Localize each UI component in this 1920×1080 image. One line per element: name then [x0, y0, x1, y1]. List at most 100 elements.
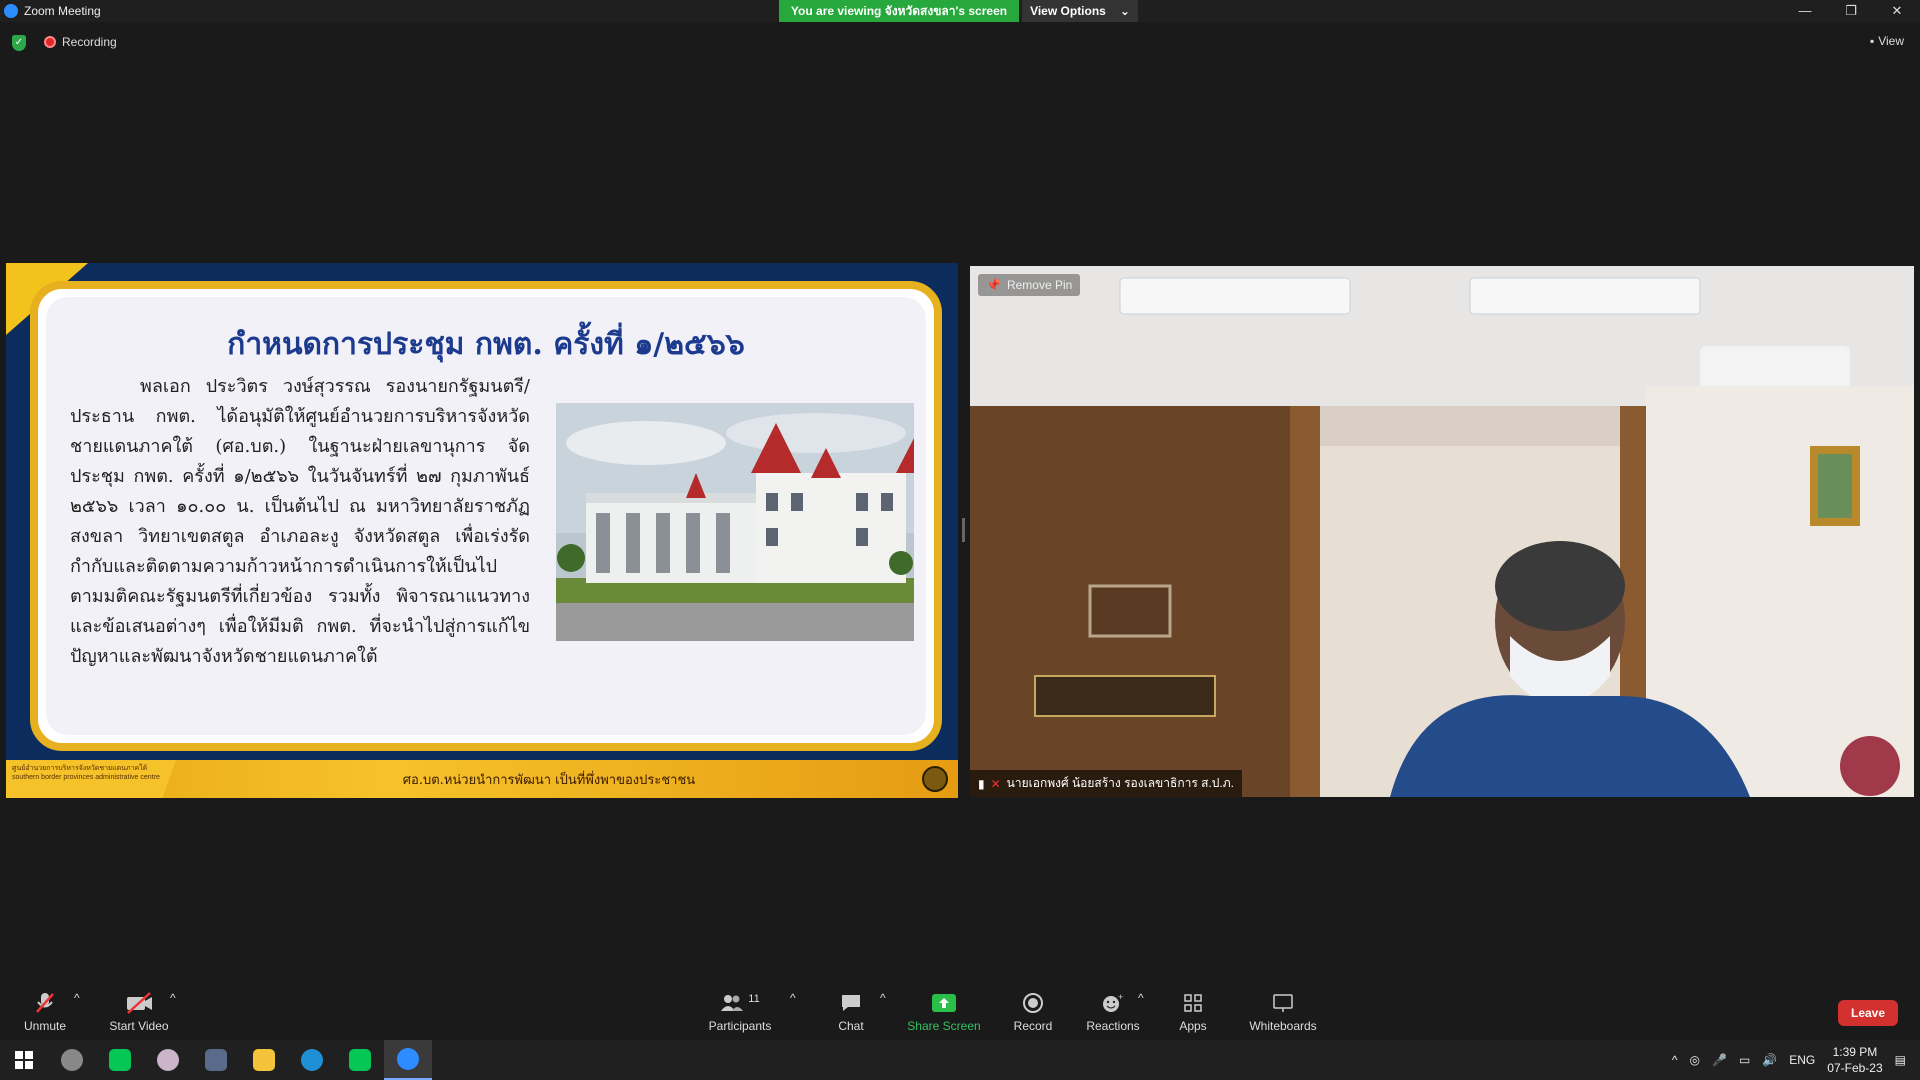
- restore-button[interactable]: ❐: [1828, 0, 1874, 22]
- taskbar-app-fruit[interactable]: [48, 1040, 96, 1080]
- encryption-shield-icon[interactable]: ✓: [12, 35, 26, 51]
- taskbar-app-line[interactable]: [96, 1040, 144, 1080]
- taskbar-app-explorer[interactable]: [240, 1040, 288, 1080]
- share-screen-button[interactable]: Share Screen: [907, 991, 981, 1033]
- chevron-down-icon: ⌄: [1119, 4, 1130, 18]
- slide-title: กำหนดการประชุม กพต. ครั้งที่ ๑/๒๕๖๖: [227, 327, 745, 362]
- footer-slogan: ศอ.บต.หน่วยนำการพัฒนา เป็นที่พึ่งพาของปร…: [402, 772, 696, 788]
- shared-screen: กำหนดการประชุม กพต. ครั้งที่ ๑/๒๕๖๖ พลเอ…: [6, 263, 958, 798]
- view-label: View: [1878, 34, 1904, 48]
- svg-text:+: +: [1118, 992, 1123, 1002]
- pin-icon: 📌: [986, 278, 1001, 292]
- whiteboard-icon: [1247, 991, 1319, 1015]
- whiteboards-button[interactable]: Whiteboards: [1247, 991, 1319, 1033]
- clock-time: 1:39 PM: [1832, 1045, 1878, 1059]
- reactions-caret[interactable]: ^: [1138, 991, 1144, 1005]
- microphone-tray-icon[interactable]: 🎤: [1712, 1053, 1727, 1067]
- chat-button[interactable]: Chat: [833, 991, 869, 1033]
- taskbar-app-line-2[interactable]: [336, 1040, 384, 1080]
- participant-name-tag: ▮ ✕ นายเอกพงศ์ น้อยสร้าง รองเลขาธิการ ส.…: [970, 770, 1242, 797]
- split-divider-handle[interactable]: [962, 518, 965, 542]
- participants-count: 11: [748, 993, 760, 1005]
- chat-caret[interactable]: ^: [880, 991, 886, 1005]
- remove-pin-label: Remove Pin: [1006, 278, 1073, 292]
- viewing-banner: You are viewing จังหวัดสงขลา's screen: [779, 0, 1019, 22]
- smiley-plus-icon: +: [1085, 991, 1141, 1015]
- microphone-muted-icon: [20, 991, 70, 1015]
- apps-grid-icon: [1178, 991, 1208, 1015]
- taskbar-app-calculator[interactable]: [192, 1040, 240, 1080]
- language-indicator[interactable]: ENG: [1789, 1053, 1815, 1067]
- record-label: Record: [1013, 1019, 1053, 1033]
- participant-video[interactable]: 📌 Remove Pin ▮ ✕ นายเอกพงศ์ น้อยสร้าง รอ…: [970, 266, 1914, 797]
- apple-icon: [61, 1049, 83, 1071]
- slide-footer: ศูนย์อำนวยการบริหารจังหวัดชายแดนภาคใต้ s…: [6, 760, 958, 798]
- recording-label: Recording: [62, 35, 117, 49]
- audio-options-caret[interactable]: ^: [74, 991, 80, 1005]
- video-options-caret[interactable]: ^: [170, 991, 176, 1005]
- meeting-toolbar: Unmute ^ Start Video ^ 11 Participants ^…: [0, 985, 1920, 1040]
- reactions-label: Reactions: [1086, 1019, 1140, 1033]
- recording-indicator[interactable]: Recording: [44, 35, 117, 49]
- record-icon: [1013, 991, 1053, 1015]
- remove-pin-button[interactable]: 📌 Remove Pin: [978, 274, 1081, 296]
- participants-button[interactable]: 11 Participants: [705, 991, 775, 1033]
- whiteboards-label: Whiteboards: [1249, 1019, 1317, 1033]
- video-off-icon: [106, 991, 172, 1015]
- clock-date: 07-Feb-23: [1827, 1061, 1883, 1075]
- view-options-button[interactable]: View Options ⌄: [1022, 0, 1138, 22]
- share-screen-label: Share Screen: [907, 1019, 981, 1033]
- window-controls: — ❐ ✕: [1782, 0, 1920, 22]
- signal-strength-icon: ▮: [978, 776, 985, 791]
- file-explorer-icon: [253, 1049, 275, 1071]
- view-layout-icon: ▪: [1869, 34, 1875, 48]
- record-dot-icon: [44, 36, 56, 48]
- brain-app-icon: [157, 1049, 179, 1071]
- apps-label: Apps: [1179, 1019, 1207, 1033]
- leave-button[interactable]: Leave: [1838, 1000, 1898, 1026]
- footer-org-name: ศูนย์อำนวยการบริหารจังหวัดชายแดนภาคใต้ s…: [6, 760, 176, 798]
- chat-label: Chat: [838, 1019, 864, 1033]
- window-title: Zoom Meeting: [24, 4, 101, 18]
- start-video-button[interactable]: Start Video: [106, 991, 172, 1033]
- org-seal-icon: [922, 766, 948, 792]
- slide-frame: กำหนดการประชุม กพต. ครั้งที่ ๑/๒๕๖๖ พลเอ…: [30, 281, 942, 751]
- system-tray: ^ ◎ 🎤 ▭ 🔊 ENG 1:39 PM 07-Feb-23 ▤: [1672, 1040, 1920, 1080]
- slide-body-text: พลเอก ประวิตร วงษ์สุวรรณ รองนายกรัฐมนตรี…: [70, 376, 530, 667]
- zoom-logo-icon: [4, 4, 18, 18]
- windows-logo-icon: [15, 1051, 33, 1069]
- view-button[interactable]: ▪ View: [1870, 34, 1904, 48]
- close-button[interactable]: ✕: [1874, 0, 1920, 22]
- participants-label: Participants: [708, 1019, 772, 1033]
- participants-icon: [721, 995, 744, 1011]
- muted-mic-icon: ✕: [990, 776, 1001, 791]
- minimize-button[interactable]: —: [1782, 0, 1828, 22]
- line-app-icon: [109, 1049, 131, 1071]
- windows-start-button[interactable]: [0, 1040, 48, 1080]
- edge-browser-icon: [301, 1049, 323, 1071]
- clock[interactable]: 1:39 PM 07-Feb-23: [1827, 1044, 1882, 1076]
- chevron-up-icon[interactable]: ^: [1672, 1053, 1678, 1067]
- taskbar-app-brain[interactable]: [144, 1040, 192, 1080]
- participant-name: นายเอกพงศ์ น้อยสร้าง รองเลขาธิการ ส.ป.ภ.: [1006, 776, 1234, 790]
- apps-button[interactable]: Apps: [1178, 991, 1208, 1033]
- camera-tray-icon[interactable]: ◎: [1690, 1053, 1700, 1067]
- university-building-photo: [556, 403, 914, 641]
- taskbar-app-edge[interactable]: [288, 1040, 336, 1080]
- start-video-label: Start Video: [109, 1019, 169, 1033]
- network-icon[interactable]: ▭: [1739, 1053, 1750, 1067]
- record-button[interactable]: Record: [1013, 991, 1053, 1033]
- slide-content: กำหนดการประชุม กพต. ครั้งที่ ๑/๒๕๖๖ พลเอ…: [46, 297, 926, 735]
- chat-bubble-icon: [833, 991, 869, 1015]
- taskbar-app-zoom[interactable]: [384, 1040, 432, 1080]
- windows-taskbar: ^ ◎ 🎤 ▭ 🔊 ENG 1:39 PM 07-Feb-23 ▤: [0, 1040, 1920, 1080]
- zoom-app-icon: [397, 1048, 419, 1070]
- notifications-icon[interactable]: ▤: [1895, 1053, 1906, 1067]
- calculator-icon: [205, 1049, 227, 1071]
- participants-caret[interactable]: ^: [790, 991, 796, 1005]
- participants-icon-group: 11: [705, 991, 775, 1015]
- reactions-button[interactable]: + Reactions: [1085, 991, 1141, 1033]
- unmute-button[interactable]: Unmute: [20, 991, 70, 1033]
- volume-icon[interactable]: 🔊: [1762, 1053, 1777, 1067]
- view-options-label: View Options: [1030, 4, 1106, 18]
